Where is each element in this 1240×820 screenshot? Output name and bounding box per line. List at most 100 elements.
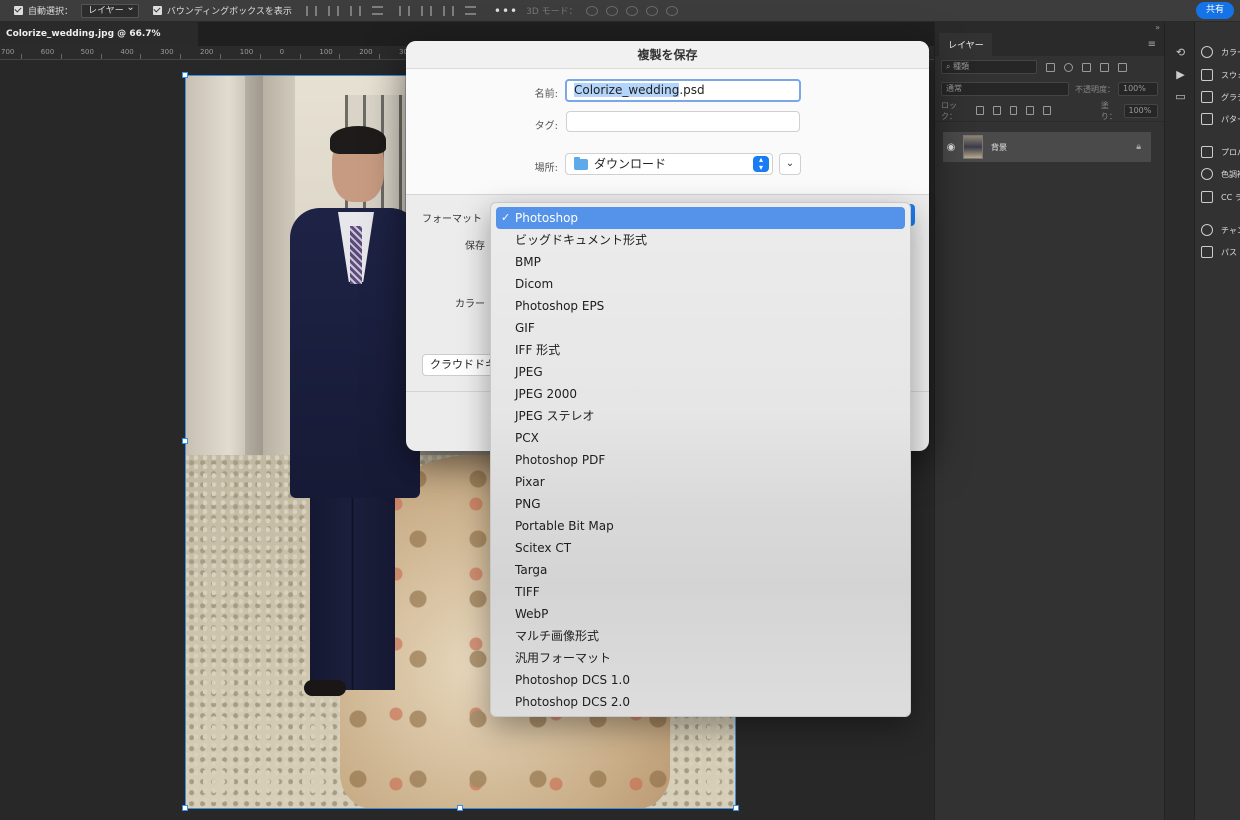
opacity-field[interactable]: 100%: [1118, 82, 1158, 96]
orbit-3d-icon[interactable]: [585, 5, 598, 16]
format-menu-item[interactable]: 汎用フォーマット: [496, 647, 905, 669]
filter-type-icon[interactable]: [1082, 62, 1091, 72]
format-menu-item[interactable]: マルチ画像形式: [496, 625, 905, 647]
transform-handle[interactable]: [182, 438, 188, 444]
distribute-icon[interactable]: [371, 6, 383, 15]
panel-item-swatches[interactable]: スウォッチ: [1201, 67, 1240, 83]
bounding-box-checkbox[interactable]: [152, 6, 162, 15]
lock-all-icon[interactable]: [1043, 106, 1051, 115]
format-menu-item[interactable]: IFF 形式: [496, 339, 905, 361]
format-menu-item[interactable]: Portable Bit Map: [496, 515, 905, 537]
align-middle-icon[interactable]: [420, 5, 432, 16]
transform-handle[interactable]: [733, 805, 739, 811]
lock-position-icon[interactable]: [1009, 106, 1018, 115]
format-menu-item[interactable]: ✓ Photoshop: [496, 207, 905, 229]
visibility-eye-icon[interactable]: ◉: [943, 142, 959, 153]
align-right-icon[interactable]: [349, 5, 361, 16]
lock-image-icon[interactable]: [992, 106, 1001, 115]
transform-handle[interactable]: [182, 72, 188, 78]
ruler-tick: [21, 54, 22, 59]
format-menu-item[interactable]: BMP: [496, 251, 905, 273]
align-center-icon[interactable]: [327, 5, 339, 16]
panel-menu-icon[interactable]: ≡: [1148, 39, 1156, 50]
panel-item-properties[interactable]: プロパティ: [1201, 144, 1240, 160]
format-menu-item-label: マルチ画像形式: [515, 629, 600, 643]
filter-pixel-icon[interactable]: [1046, 62, 1055, 72]
format-menu-item[interactable]: JPEG: [496, 361, 905, 383]
panel-item-paths[interactable]: パス: [1201, 244, 1237, 260]
auto-select-checkbox[interactable]: [14, 6, 23, 15]
expand-browser-button[interactable]: ⌄: [779, 153, 801, 175]
more-options-icon[interactable]: •••: [494, 4, 518, 18]
comments-icon[interactable]: ▭: [1174, 90, 1187, 103]
pan-3d-icon[interactable]: [625, 5, 638, 16]
format-menu-item-label: Portable Bit Map: [515, 519, 614, 533]
transform-handle[interactable]: [182, 805, 188, 811]
format-dropdown-menu: ✓ Photoshop ビッグドキュメント形式 BMP Dicom Photoshop E…: [490, 202, 911, 717]
folder-icon: [574, 157, 588, 170]
fill-field[interactable]: 100%: [1123, 103, 1159, 118]
format-menu-item[interactable]: Photoshop EPS: [496, 295, 905, 317]
format-menu-item[interactable]: ビッグドキュメント形式: [496, 229, 905, 251]
layer-row-background[interactable]: ◉ 背景 🔒︎: [943, 132, 1151, 162]
format-menu-item[interactable]: GIF: [496, 317, 905, 339]
format-menu-item[interactable]: PNG: [496, 493, 905, 515]
format-menu-item[interactable]: Photoshop DCS 1.0: [496, 669, 905, 691]
transform-handle[interactable]: [457, 805, 463, 811]
panel-item-label: CC ライブラリ: [1221, 192, 1240, 202]
panel-item-adjustments[interactable]: 色調補正: [1201, 166, 1240, 182]
format-menu-item[interactable]: TIFF: [496, 581, 905, 603]
lock-label: ロック：: [941, 100, 957, 121]
filter-shape-icon[interactable]: [1100, 62, 1109, 72]
tags-input[interactable]: [566, 111, 800, 132]
layer-filter-select[interactable]: ⌕ 種類: [941, 60, 1037, 74]
format-menu-item-label: 汎用フォーマット: [515, 651, 612, 665]
panel-item-label: プロパティ: [1221, 147, 1240, 157]
panel-item-channels[interactable]: チャンネル: [1201, 222, 1240, 238]
actions-play-icon[interactable]: ▶: [1174, 68, 1187, 81]
panel-item-patterns[interactable]: パターン: [1201, 111, 1240, 127]
filename-extension: .psd: [679, 83, 705, 97]
filter-adjustment-icon[interactable]: [1064, 62, 1073, 72]
ruler-tick: [339, 54, 341, 59]
ruler-tick: [140, 54, 142, 59]
align-left-icon[interactable]: [305, 5, 317, 16]
filter-smart-object-icon[interactable]: [1118, 62, 1127, 72]
format-menu-item[interactable]: Dicom: [496, 273, 905, 295]
format-menu-item[interactable]: Photoshop PDF: [496, 449, 905, 471]
panel-item-label: パターン: [1221, 114, 1240, 124]
format-menu-item[interactable]: Photoshop DCS 2.0: [496, 691, 905, 713]
format-menu-item-label: Photoshop: [515, 211, 579, 225]
distribute-vertical-icon[interactable]: [464, 6, 476, 15]
format-menu-item[interactable]: WebP: [496, 603, 905, 625]
share-button[interactable]: 共有: [1196, 2, 1234, 19]
format-menu-item[interactable]: JPEG ステレオ: [496, 405, 905, 427]
format-menu-item[interactable]: Targa: [496, 559, 905, 581]
panel-item-label: チャンネル: [1221, 225, 1240, 235]
blend-mode-select[interactable]: 通常: [941, 82, 1069, 96]
tab-layers[interactable]: レイヤー: [939, 33, 992, 56]
lock-artboard-icon[interactable]: [1026, 106, 1035, 115]
ruler-tick-label: 200: [359, 48, 373, 56]
filename-input[interactable]: Colorize_wedding.psd: [565, 79, 801, 102]
roll-3d-icon[interactable]: [605, 5, 618, 16]
format-menu-item-label: Targa: [515, 563, 548, 577]
align-top-icon[interactable]: [398, 5, 410, 16]
panel-item-cc-libraries[interactable]: CC ライブラリ: [1201, 189, 1240, 205]
lock-transparent-icon[interactable]: [976, 106, 984, 115]
layer-filter-label: 種類: [953, 62, 970, 71]
format-menu-item[interactable]: Scitex CT: [496, 537, 905, 559]
panel-item-color[interactable]: カラー: [1201, 44, 1240, 60]
video-3d-icon[interactable]: [665, 5, 678, 16]
align-bottom-icon[interactable]: [442, 5, 454, 16]
layer-lock-icon[interactable]: 🔒︎: [1136, 142, 1141, 152]
format-menu-item[interactable]: PCX: [496, 427, 905, 449]
slide-3d-icon[interactable]: [645, 5, 658, 16]
location-select[interactable]: ダウンロード ▴ ▾: [565, 153, 773, 175]
format-menu-item[interactable]: JPEG 2000: [496, 383, 905, 405]
document-tab[interactable]: Colorize_wedding.jpg @ 66.7% (RGB/8#) *: [0, 22, 198, 63]
format-menu-item[interactable]: Pixar: [496, 471, 905, 493]
panel-item-gradients[interactable]: グラデーション: [1201, 89, 1240, 105]
history-icon[interactable]: ⟲: [1174, 46, 1187, 59]
auto-select-target-select[interactable]: レイヤー: [81, 2, 139, 18]
